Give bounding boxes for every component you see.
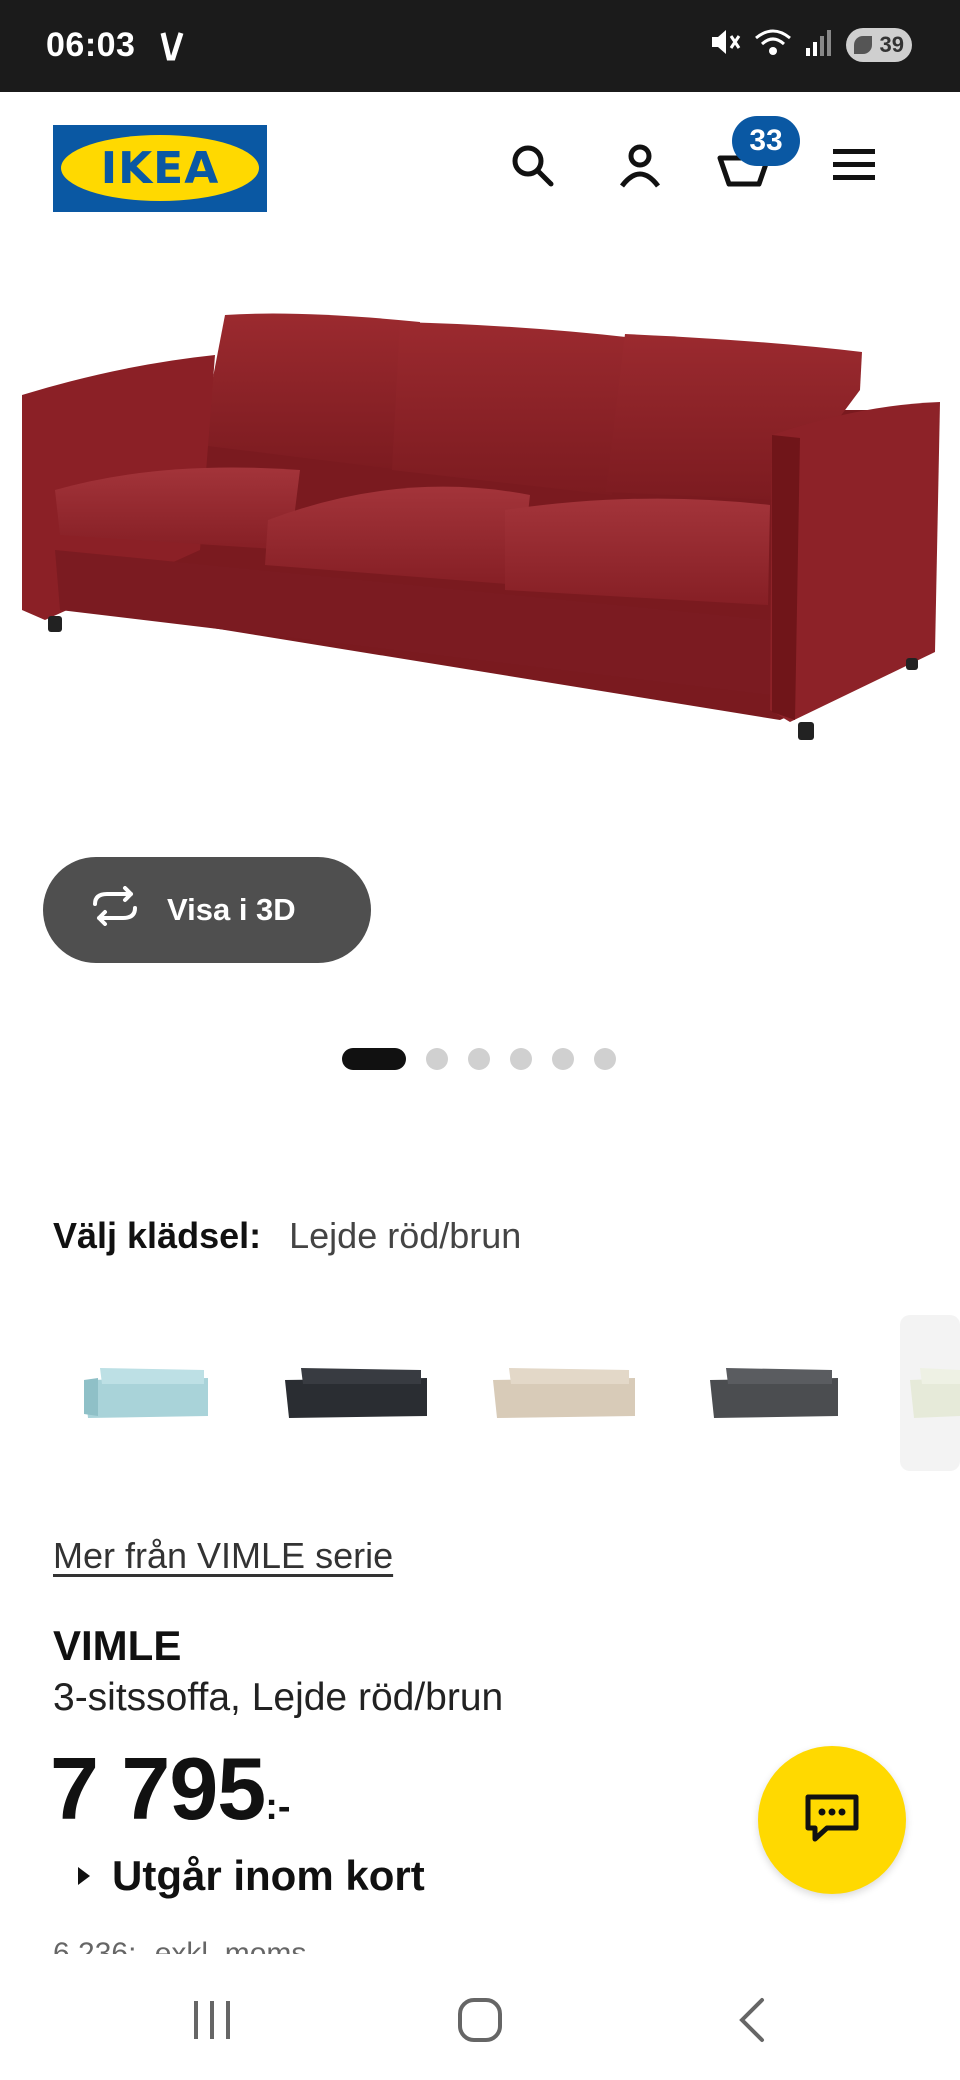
swatch-light-blue[interactable] xyxy=(68,1315,224,1471)
gallery-dot[interactable] xyxy=(594,1048,616,1070)
product-name: VIMLE xyxy=(53,1622,182,1669)
battery-saver-icon xyxy=(854,35,872,54)
rotate-3d-icon xyxy=(87,886,143,934)
price-excl-vat: 6 236:- exkl. moms xyxy=(53,1937,307,1954)
search-icon[interactable] xyxy=(504,137,560,193)
swatch-black[interactable] xyxy=(278,1315,434,1471)
availability-text: Utgår inom kort xyxy=(112,1852,425,1899)
series-link[interactable]: Mer från VIMLE serie xyxy=(53,1535,393,1577)
status-bar: 06:03 39 xyxy=(0,0,960,92)
chat-icon xyxy=(803,1792,861,1849)
gallery-pagination xyxy=(342,1048,616,1070)
product-image[interactable] xyxy=(0,260,960,820)
account-icon[interactable] xyxy=(612,137,668,193)
swatch-dark-grey[interactable] xyxy=(696,1315,852,1471)
gallery-dot[interactable] xyxy=(510,1048,532,1070)
upholstery-swatches xyxy=(0,1315,960,1475)
recent-apps-icon[interactable] xyxy=(182,1990,242,2050)
app-notification-icon xyxy=(160,30,184,67)
gallery-dot[interactable] xyxy=(468,1048,490,1070)
gallery-dot-active[interactable] xyxy=(342,1048,406,1070)
product-description: 3-sitssoffa, Lejde röd/brun xyxy=(53,1676,504,1719)
system-nav-bar xyxy=(0,1960,960,2080)
upholstery-label: Välj klädsel: xyxy=(53,1215,262,1256)
chat-button[interactable] xyxy=(758,1746,906,1894)
battery-indicator: 39 xyxy=(846,27,912,62)
swatch-beige[interactable] xyxy=(486,1315,642,1471)
upholstery-selector: Välj klädsel: Lejde röd/brun xyxy=(53,1215,521,1257)
gallery-dot[interactable] xyxy=(552,1048,574,1070)
price-value: 7 795 xyxy=(50,1739,266,1838)
availability-toggle[interactable]: Utgår inom kort xyxy=(78,1852,425,1900)
ikea-logo[interactable]: IKEA xyxy=(53,125,267,212)
cart-count-badge[interactable]: 33 xyxy=(732,116,800,166)
back-icon[interactable] xyxy=(722,1990,782,2050)
price-suffix: :- xyxy=(265,1786,291,1828)
gallery-dot[interactable] xyxy=(426,1048,448,1070)
menu-icon[interactable] xyxy=(826,137,882,193)
battery-level: 39 xyxy=(879,31,904,57)
swatch-off-white[interactable] xyxy=(900,1315,960,1471)
status-time: 06:03 xyxy=(46,26,136,64)
signal-icon xyxy=(804,26,834,63)
view-in-3d-label: Visa i 3D xyxy=(167,892,296,927)
home-icon[interactable] xyxy=(450,1990,510,2050)
site-header: IKEA 33 xyxy=(0,92,960,242)
view-in-3d-button[interactable]: Visa i 3D xyxy=(43,857,371,963)
mute-icon xyxy=(708,26,742,63)
upholstery-selected: Lejde röd/brun xyxy=(289,1215,522,1256)
logo-text: IKEA xyxy=(100,143,220,194)
caret-right-icon xyxy=(78,1867,90,1885)
wifi-icon xyxy=(754,26,792,63)
product-price: 7 795:- xyxy=(50,1738,291,1840)
